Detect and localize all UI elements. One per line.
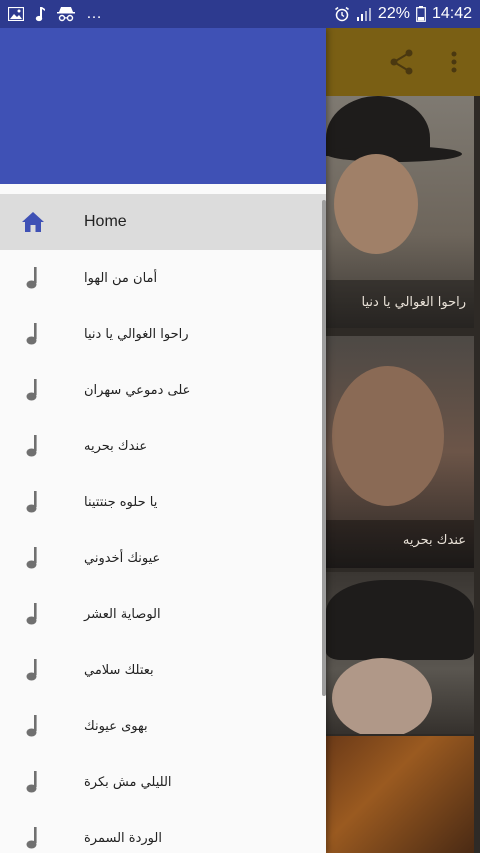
menu-item-song[interactable]: على دموعي سهران <box>0 362 326 418</box>
home-icon <box>20 209 46 235</box>
face-shape <box>332 658 432 734</box>
song-card[interactable]: راحوا الغوالي يا دنيا <box>326 96 474 328</box>
music-note-icon <box>20 825 46 851</box>
menu-label: على دموعي سهران <box>84 382 191 398</box>
music-note-icon <box>20 769 46 795</box>
song-card[interactable] <box>326 736 474 853</box>
music-note-icon <box>20 713 46 739</box>
menu-label: الليلي مش بكرة <box>84 774 172 790</box>
music-note-icon <box>20 377 46 403</box>
music-note-icon <box>20 433 46 459</box>
share-icon[interactable] <box>386 46 418 78</box>
card-caption: عندك بحريه <box>402 533 466 548</box>
menu-label: Home <box>84 213 127 230</box>
menu-item-song[interactable]: الليلي مش بكرة <box>0 754 326 810</box>
incognito-icon <box>56 6 76 22</box>
hat-shape <box>326 580 474 660</box>
menu-label: الوصاية العشر <box>84 606 161 622</box>
song-card[interactable] <box>326 572 474 734</box>
face-shape <box>334 154 418 254</box>
menu-item-song[interactable]: عندك بحريه <box>0 418 326 474</box>
menu-label: أمان من الهوا <box>84 270 158 286</box>
menu-label: الوردة السمرة <box>84 830 162 846</box>
navigation-drawer: Home أمان من الهوا راحوا الغوالي يا دنيا… <box>0 28 326 853</box>
menu-item-song[interactable]: الوردة السمرة <box>0 810 326 853</box>
battery-icon <box>416 6 426 22</box>
more-vert-icon[interactable] <box>442 46 466 78</box>
music-note-icon <box>20 265 46 291</box>
menu-item-song[interactable]: يا حلوه جنتتينا <box>0 474 326 530</box>
menu-item-song[interactable]: بهوى عيونك <box>0 698 326 754</box>
menu-label: يا حلوه جنتتينا <box>84 494 158 510</box>
drawer-gap <box>0 184 326 194</box>
menu-item-song[interactable]: عيونك أخدوني <box>0 530 326 586</box>
face-shape <box>332 366 444 506</box>
music-note-icon <box>20 321 46 347</box>
music-note-icon <box>20 489 46 515</box>
image-icon <box>8 7 24 21</box>
music-note-icon <box>20 601 46 627</box>
drawer-header <box>0 28 326 184</box>
drawer-scrollbar[interactable] <box>322 200 326 696</box>
menu-label: بعتلك سلامي <box>84 662 154 678</box>
battery-percent: 22% <box>377 5 410 22</box>
signal-icon <box>356 7 372 21</box>
menu-item-song[interactable]: الوصاية العشر <box>0 586 326 642</box>
menu-item-song[interactable]: راحوا الغوالي يا دنيا <box>0 306 326 362</box>
music-note-icon <box>34 6 46 22</box>
clock: 14:42 <box>431 5 472 22</box>
notification-overflow: … <box>86 5 102 22</box>
music-note-icon <box>20 545 46 571</box>
menu-label: راحوا الغوالي يا دنيا <box>84 326 189 342</box>
menu-item-song[interactable]: بعتلك سلامي <box>0 642 326 698</box>
music-note-icon <box>20 657 46 683</box>
menu-label: بهوى عيونك <box>84 718 148 734</box>
song-card[interactable]: عندك بحريه <box>326 336 474 568</box>
menu-label: عيونك أخدوني <box>84 550 161 566</box>
card-caption: راحوا الغوالي يا دنيا <box>361 295 467 310</box>
menu-item-home[interactable]: Home <box>0 194 326 250</box>
menu-label: عندك بحريه <box>84 438 148 454</box>
alarm-icon <box>334 6 350 22</box>
status-bar: … 22% 14:42 <box>0 0 480 28</box>
menu-item-song[interactable]: أمان من الهوا <box>0 250 326 306</box>
